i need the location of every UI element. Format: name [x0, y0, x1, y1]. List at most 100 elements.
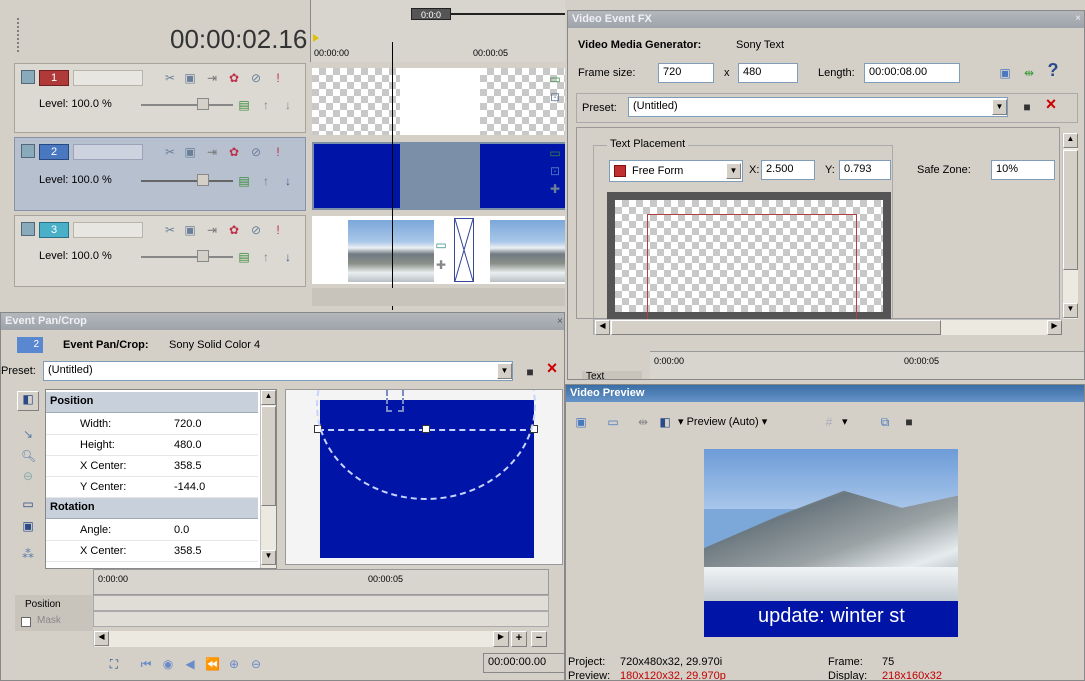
delete-preset-icon[interactable]: ×: [1044, 95, 1058, 113]
keyframe-hscroll[interactable]: ◀: [93, 631, 493, 647]
composite-icon[interactable]: ▣: [183, 71, 197, 85]
snap-icon[interactable]: ⁂: [21, 547, 35, 561]
plugin-chain-icon[interactable]: ⇹: [636, 415, 650, 429]
close-icon[interactable]: ×: [1072, 13, 1084, 26]
section-header-position[interactable]: Position: [46, 392, 258, 413]
motion-icon[interactable]: ⇥: [205, 145, 219, 159]
properties-icon[interactable]: ▣: [998, 66, 1012, 80]
solo-icon[interactable]: !: [271, 223, 285, 237]
fx-title-bar[interactable]: Video Event FX: [568, 11, 1084, 28]
sync-cursor-icon[interactable]: ⛶: [107, 657, 121, 671]
preset-select[interactable]: (Untitled): [628, 97, 1008, 117]
solo-icon[interactable]: !: [271, 145, 285, 159]
pancrop-workspace[interactable]: [285, 389, 563, 565]
keyframe-timecode[interactable]: 00:00:00.00: [483, 653, 564, 673]
frame-width-input[interactable]: 720: [658, 63, 714, 83]
arrow-up-icon[interactable]: ↑: [259, 174, 273, 188]
event-plus-icon[interactable]: ✚: [548, 182, 562, 196]
prop-value[interactable]: 480.0: [174, 439, 202, 451]
properties-vscroll[interactable]: ▲ ▼: [260, 390, 276, 568]
preview-mode-select[interactable]: ▾ Preview (Auto) ▾: [678, 415, 767, 428]
track-name-field[interactable]: [73, 222, 143, 238]
fx-icon[interactable]: ✂: [163, 223, 177, 237]
level-slider-thumb[interactable]: [197, 250, 209, 262]
x-input[interactable]: 2.500: [761, 160, 815, 180]
preset-dropdown-button[interactable]: ▼: [497, 363, 512, 379]
preview-title-bar[interactable]: Video Preview: [566, 385, 1084, 402]
close-icon[interactable]: ×: [557, 316, 564, 327]
fx-keyframe-ruler[interactable]: 0:00:00 00:00:05: [650, 351, 1084, 379]
event-white-clip[interactable]: [400, 68, 480, 135]
bypass-icon[interactable]: ▤: [237, 250, 251, 264]
save-preset-icon[interactable]: ■: [1020, 100, 1034, 114]
prop-value[interactable]: 358.5: [174, 545, 202, 557]
fx-icon[interactable]: ✂: [163, 71, 177, 85]
scroll-left-button[interactable]: ◀: [94, 631, 109, 646]
overlays-icon[interactable]: #: [822, 415, 836, 429]
track-collapse-icon[interactable]: [21, 70, 35, 84]
section-header-rotation[interactable]: Rotation: [46, 498, 258, 519]
region-marker[interactable]: 0:0:0: [411, 8, 451, 20]
arrow-down-icon[interactable]: ↓: [281, 98, 295, 112]
prop-row-y-center[interactable]: Y Center: -144.0: [46, 477, 258, 498]
scroll-thumb[interactable]: [1063, 150, 1078, 270]
arrow-down-icon[interactable]: ↓: [281, 174, 295, 188]
monitor-icon[interactable]: ▭: [606, 415, 620, 429]
placement-mode-select[interactable]: Free Form ▼: [609, 160, 743, 182]
arrow-down-icon[interactable]: ↓: [281, 250, 295, 264]
placement-dropdown-button[interactable]: ▼: [726, 163, 741, 179]
timeline-hscroll[interactable]: [312, 288, 565, 306]
prev-frame-icon[interactable]: ◀: [183, 657, 197, 671]
scroll-hthumb[interactable]: [611, 320, 941, 335]
prop-value[interactable]: -144.0: [174, 481, 205, 493]
top-handle-box[interactable]: [386, 390, 404, 412]
split-screen-icon[interactable]: ◧: [658, 415, 672, 429]
track-lane-3[interactable]: ▭ ✚: [312, 216, 565, 284]
scroll-down-button[interactable]: ▼: [261, 550, 276, 565]
prop-row-x-center[interactable]: X Center: 358.5: [46, 456, 258, 477]
crossfade[interactable]: [454, 218, 474, 282]
scroll-up-button[interactable]: ▲: [261, 390, 276, 405]
scroll-thumb[interactable]: [261, 406, 276, 506]
first-keyframe-icon[interactable]: ⏮: [139, 657, 153, 671]
safe-zone-input[interactable]: 10%: [991, 160, 1055, 180]
mask-checkbox[interactable]: [21, 617, 31, 627]
track-lane-1[interactable]: ▭ ⊡: [312, 68, 565, 135]
prop-value[interactable]: 0.0: [174, 524, 189, 536]
event-plus-icon[interactable]: ✚: [434, 258, 448, 272]
preset-select[interactable]: (Untitled): [43, 361, 513, 381]
event-fx-icon[interactable]: ▭: [548, 146, 562, 160]
overlays-dropdown[interactable]: ▾: [842, 415, 848, 428]
keyframe-lane-mask[interactable]: [93, 611, 549, 627]
composite-icon[interactable]: ▣: [183, 145, 197, 159]
save-preset-icon[interactable]: ■: [523, 365, 537, 379]
gear-icon[interactable]: ✿: [227, 223, 241, 237]
track-collapse-icon[interactable]: [21, 144, 35, 158]
preview-frame[interactable]: update: winter st: [704, 449, 958, 637]
arrow-up-icon[interactable]: ↑: [259, 98, 273, 112]
scroll-right-button[interactable]: ▶: [1047, 320, 1062, 335]
scroll-left-button[interactable]: ◀: [595, 320, 610, 335]
zoom-out-tool-icon[interactable]: ⊖: [21, 469, 35, 483]
loop-marker-icon[interactable]: [313, 34, 319, 42]
zoom-tool-icon[interactable]: 🔍︎: [21, 449, 36, 463]
level-slider[interactable]: [141, 256, 233, 258]
placement-canvas[interactable]: [607, 192, 891, 324]
zoom-plus-button[interactable]: +: [511, 631, 527, 647]
grip-handle[interactable]: [17, 18, 21, 52]
mute-icon[interactable]: ⊘: [249, 145, 263, 159]
track-header-3[interactable]: 3 ✂ ▣ ⇥ ✿ ⊘ ! Level: 100.0 % ▤ ↑ ↓: [14, 215, 306, 287]
fx-vscroll[interactable]: ▲ ▼: [1062, 133, 1078, 319]
delete-keyframe-icon[interactable]: ⊖: [249, 657, 263, 671]
motion-icon[interactable]: ⇥: [205, 223, 219, 237]
level-slider[interactable]: [141, 104, 233, 106]
level-slider[interactable]: [141, 180, 233, 182]
save-snapshot-icon[interactable]: ■: [902, 415, 916, 429]
prev-keyframe-icon[interactable]: ◉: [161, 657, 175, 671]
timeline-ruler[interactable]: 0:0:0 00:00:00 00:00:05: [310, 0, 565, 62]
plugin-chain-icon[interactable]: ⇹: [1022, 66, 1036, 80]
level-slider-thumb[interactable]: [197, 174, 209, 186]
mute-icon[interactable]: ⊘: [249, 71, 263, 85]
prop-row-height[interactable]: Height: 480.0: [46, 435, 258, 456]
y-input[interactable]: 0.793: [839, 160, 891, 180]
